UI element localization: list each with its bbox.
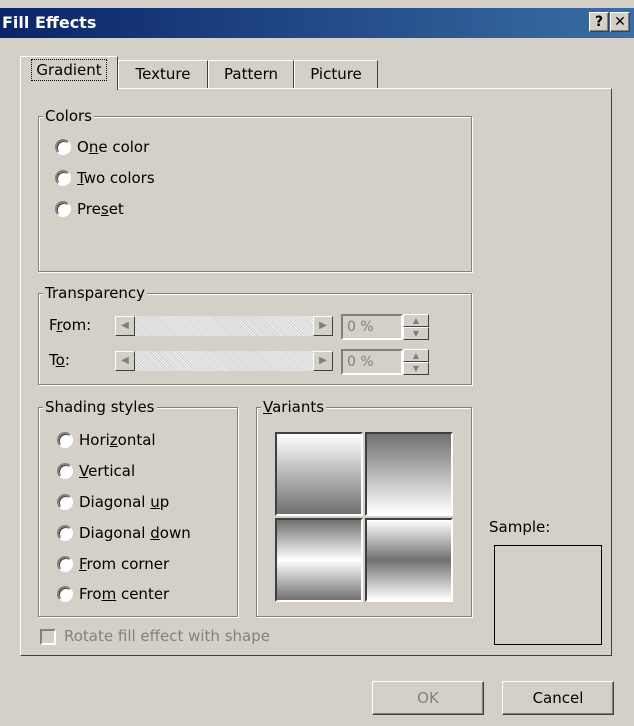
tab-pattern-label: Pattern [224,65,278,83]
radio-label: Vertical [79,462,136,480]
spin-up-icon[interactable]: ▲ [403,314,429,327]
slider-track[interactable] [135,316,313,336]
shading-styles-legend: Shading styles [43,398,157,416]
variant-4[interactable] [365,518,453,602]
radio-label: Two colors [77,169,155,187]
from-spinner[interactable]: 0 % ▲ ▼ [341,314,429,340]
colors-legend: Colors [43,107,94,125]
variant-2[interactable] [365,432,453,516]
variants-group: Variants [256,398,472,617]
fill-effects-dialog: Fill Effects ? ✕ Gradient Texture Patter… [0,0,634,726]
variant-3[interactable] [275,518,363,602]
from-value-field[interactable]: 0 % [341,314,403,340]
radio-label: From corner [79,555,170,573]
from-label: From: [49,316,92,334]
close-icon: ✕ [614,14,626,30]
radio-button-icon [57,494,73,510]
spin-down-icon[interactable]: ▼ [403,327,429,340]
rotate-fill-checkbox[interactable] [40,629,56,645]
transparency-legend: Transparency [43,284,148,302]
variants-legend: Variants [261,398,327,416]
title-bar: Fill Effects ? ✕ [0,8,634,38]
radio-label: Horizontal [79,431,156,449]
cancel-button[interactable]: Cancel [502,681,614,715]
sample-label: Sample: [489,518,551,536]
slider-track[interactable] [135,351,313,371]
close-button[interactable]: ✕ [610,12,630,32]
transparency-group: Transparency From: ◀ ▶ 0 % ▲ ▼ To: ◀ ▶ 0… [38,284,472,385]
spin-up-icon[interactable]: ▲ [403,349,429,362]
to-slider[interactable]: ◀ ▶ [115,351,333,371]
ok-button[interactable]: OK [372,681,484,715]
radio-button-icon [57,556,73,572]
radio-label: Preset [77,200,124,218]
radio-label: One color [77,138,150,156]
arrow-left-icon[interactable]: ◀ [115,351,135,371]
from-slider[interactable]: ◀ ▶ [115,316,333,336]
help-button[interactable]: ? [589,12,609,32]
radio-button-icon [57,432,73,448]
radio-button-icon [57,586,73,602]
radio-button-icon [55,170,71,186]
tab-picture-label: Picture [310,65,362,83]
spin-down-icon[interactable]: ▼ [403,362,429,375]
arrow-right-icon[interactable]: ▶ [313,351,333,371]
shading-styles-group: Shading styles Horizontal Vertical Diago… [38,398,238,617]
radio-label: Diagonal up [79,493,170,511]
tab-gradient-label: Gradient [31,59,107,81]
tab-picture[interactable]: Picture [294,60,378,88]
arrow-right-icon[interactable]: ▶ [313,316,333,336]
radio-button-icon [55,139,71,155]
variant-1[interactable] [275,432,363,516]
radio-button-icon [57,525,73,541]
tab-texture-label: Texture [135,65,191,83]
sample-preview [494,545,602,645]
to-label: To: [49,351,70,369]
tab-gradient[interactable]: Gradient [20,56,118,90]
to-spinner[interactable]: 0 % ▲ ▼ [341,349,429,375]
arrow-left-icon[interactable]: ◀ [115,316,135,336]
radio-label: Diagonal down [79,524,191,542]
colors-group: Colors One color Two colors Preset [38,107,472,272]
tab-texture[interactable]: Texture [118,60,208,88]
rotate-fill-label: Rotate fill effect with shape [64,627,270,645]
tab-pattern[interactable]: Pattern [208,60,294,88]
radio-label: From center [79,585,170,603]
dialog-title: Fill Effects [2,13,97,32]
to-value-field[interactable]: 0 % [341,349,403,375]
radio-button-icon [55,201,71,217]
radio-button-icon [57,463,73,479]
